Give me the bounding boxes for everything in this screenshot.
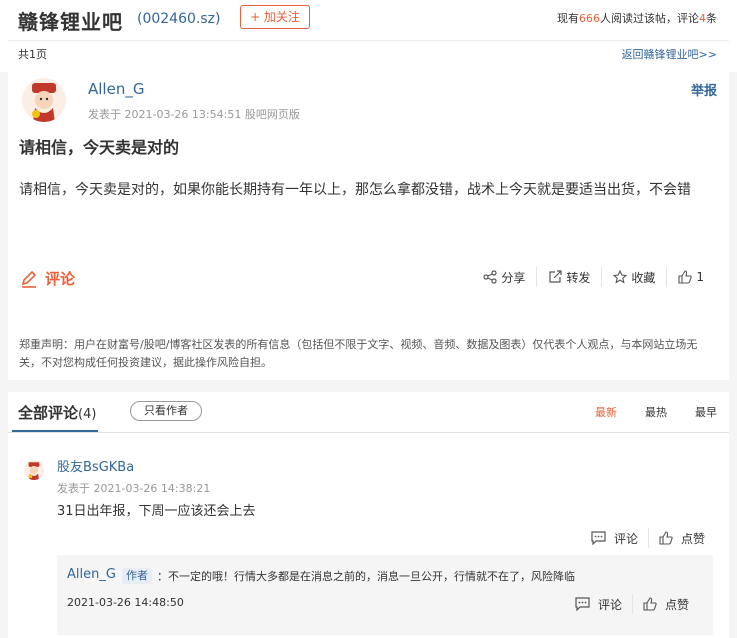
comment-like-label: 点赞	[680, 531, 705, 546]
chat-icon	[591, 531, 606, 545]
stats-prefix: 现有	[557, 12, 579, 25]
commenter-name[interactable]: 股友BsGKBa	[57, 456, 134, 475]
comments-title-label: 全部评论	[18, 404, 79, 422]
sort-hot-tab[interactable]: 最热	[645, 404, 667, 420]
post-actions: 分享 转发 收藏 1	[472, 267, 715, 287]
comments-title: 全部评论(4)	[18, 402, 96, 423]
share-button[interactable]: 分享	[472, 267, 536, 287]
avatar-icon	[24, 460, 44, 480]
divider	[8, 40, 729, 41]
forum-title[interactable]: 赣锋锂业吧	[18, 6, 123, 35]
comment-reply-label: 评论	[613, 531, 638, 546]
post-title: 请相信，今天卖是对的	[19, 138, 180, 157]
stats-readers: 666	[579, 12, 600, 25]
pencil-icon	[21, 270, 37, 288]
favorite-label: 收藏	[631, 270, 656, 285]
favorite-button[interactable]: 收藏	[601, 267, 666, 287]
thumbs-up-icon	[643, 597, 657, 611]
avatar-icon	[22, 78, 66, 122]
comment-label: 评论	[45, 270, 76, 288]
reply-box: Allen_G 作者 ：不一定的哦！行情大多都是在消息之前的，消息一旦公开，行情…	[57, 555, 713, 635]
share-icon	[483, 270, 497, 284]
repost-icon	[549, 270, 562, 283]
repost-button[interactable]: 转发	[536, 267, 601, 287]
post-author[interactable]: Allen_G	[88, 80, 144, 98]
reply-date: 2021-03-26 14:48:50	[67, 596, 184, 609]
disclaimer: 郑重声明：用户在财富号/股吧/博客社区发表的所有信息（包括但不限于文字、视频、音…	[19, 338, 698, 369]
stock-code-link[interactable]: (002460.sz)	[137, 11, 220, 27]
author-avatar[interactable]	[22, 78, 66, 122]
back-to-forum-link[interactable]: 返回赣锋锂业吧>>	[622, 46, 717, 62]
stats-comments: 4	[699, 12, 706, 25]
post-meta: 发表于 2021-03-26 13:54:51 股吧网页版	[88, 108, 300, 121]
reply-comment-button[interactable]: 评论	[565, 594, 632, 614]
like-button[interactable]: 1	[666, 267, 715, 287]
reply-like-button[interactable]: 点赞	[631, 594, 699, 614]
reply-author[interactable]: Allen_G	[67, 567, 116, 582]
comment-actions: 评论 点赞	[581, 528, 715, 548]
comment-button[interactable]: 评论	[20, 268, 75, 289]
like-count: 1	[696, 270, 704, 284]
read-stats: 现有666人阅读过该帖，评论4条	[557, 10, 717, 26]
active-tab-underline	[12, 430, 98, 432]
share-label: 分享	[501, 270, 526, 285]
thumbs-up-icon	[678, 270, 693, 284]
sort-newest-tab[interactable]: 最新	[595, 404, 617, 420]
commenter-avatar[interactable]	[24, 460, 44, 480]
comment-like-button[interactable]: 点赞	[647, 528, 715, 548]
repost-label: 转发	[566, 270, 591, 285]
reply-text: ：不一定的哦！行情大多都是在消息之前的，消息一旦公开，行情就不在了，风险降临	[157, 570, 575, 583]
thumbs-up-icon	[659, 531, 673, 545]
follow-button[interactable]: + 加关注	[240, 5, 310, 29]
stats-middle: 人阅读过该帖，评论	[600, 12, 699, 25]
author-badge: 作者	[122, 568, 152, 584]
chat-icon	[575, 597, 590, 611]
star-icon	[613, 270, 628, 284]
sort-earliest-tab[interactable]: 最早	[695, 404, 717, 420]
author-only-button[interactable]: 只看作者	[130, 401, 202, 421]
page-count: 共1页	[18, 48, 47, 61]
comments-section: 全部评论(4) 只看作者 最新 最热 最早 股友BsGKBa 发表于 2021-…	[8, 392, 729, 638]
post-body: 请相信，今天卖是对的，如果你能长期持有一年以上，那怎么拿都没错，战术上今天就是要…	[19, 182, 691, 198]
reply-actions: 评论 点赞	[565, 594, 699, 614]
comment-text: 31日出年报，下周一应该还会上去	[57, 504, 256, 519]
comment-reply-button[interactable]: 评论	[581, 528, 648, 548]
report-button[interactable]: 举报	[691, 80, 717, 99]
post-card: Allen_G 发表于 2021-03-26 13:54:51 股吧网页版 举报…	[8, 68, 729, 380]
comments-count: (4)	[78, 407, 97, 422]
divider	[8, 432, 729, 433]
reply-comment-label: 评论	[597, 597, 622, 612]
reply-like-label: 点赞	[664, 597, 689, 612]
comment-meta: 发表于 2021-03-26 14:38:21	[57, 482, 211, 495]
stats-suffix: 条	[706, 12, 717, 25]
